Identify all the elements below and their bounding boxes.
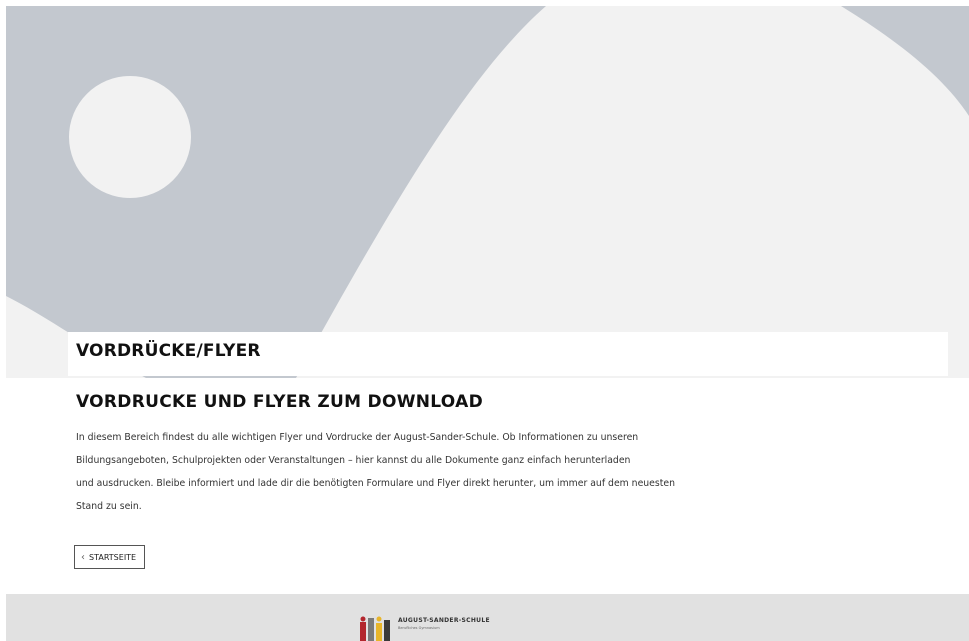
intro-line-2: Bildungsangeboten, Schulprojekten oder V… [76,455,631,466]
intro-line-3: und ausdrucken. Bleibe informiert und la… [76,478,676,489]
footer: AUGUST-SANDER-SCHULE Berufliches Gymnasi… [6,594,969,641]
page-title-box: VORDRÜCKE/FLYER [68,332,948,376]
logo-name: AUGUST-SANDER-SCHULE [398,617,490,624]
footer-logo[interactable]: AUGUST-SANDER-SCHULE Berufliches Gymnasi… [358,614,490,641]
section-heading: VORDRUCKE UND FLYER ZUM DOWNLOAD [76,392,483,412]
back-button-label: STARTSEITE [89,552,137,562]
logo-text: AUGUST-SANDER-SCHULE Berufliches Gymnasi… [398,614,490,630]
logo-subline: Berufliches Gymnasium [398,626,440,630]
page: VORDRÜCKE/FLYER VORDRUCKE UND FLYER ZUM … [0,0,969,641]
intro-line-4: Stand zu sein. [76,501,142,512]
intro-line-1: In diesem Bereich findest du alle wichti… [76,432,639,443]
page-title: VORDRÜCKE/FLYER [76,341,261,361]
back-to-home-button[interactable]: ‹ STARTSEITE [74,545,146,569]
chevron-left-icon: ‹ [81,551,85,563]
school-logo-icon [360,616,390,641]
hero-sun-circle [69,76,191,198]
intro-paragraph: In diesem Bereich findest du alle wichti… [76,426,836,518]
main-content: VORDRUCKE UND FLYER ZUM DOWNLOAD In dies… [76,392,836,518]
hero-banner: VORDRÜCKE/FLYER [6,6,969,378]
hero-illustration [6,6,969,378]
